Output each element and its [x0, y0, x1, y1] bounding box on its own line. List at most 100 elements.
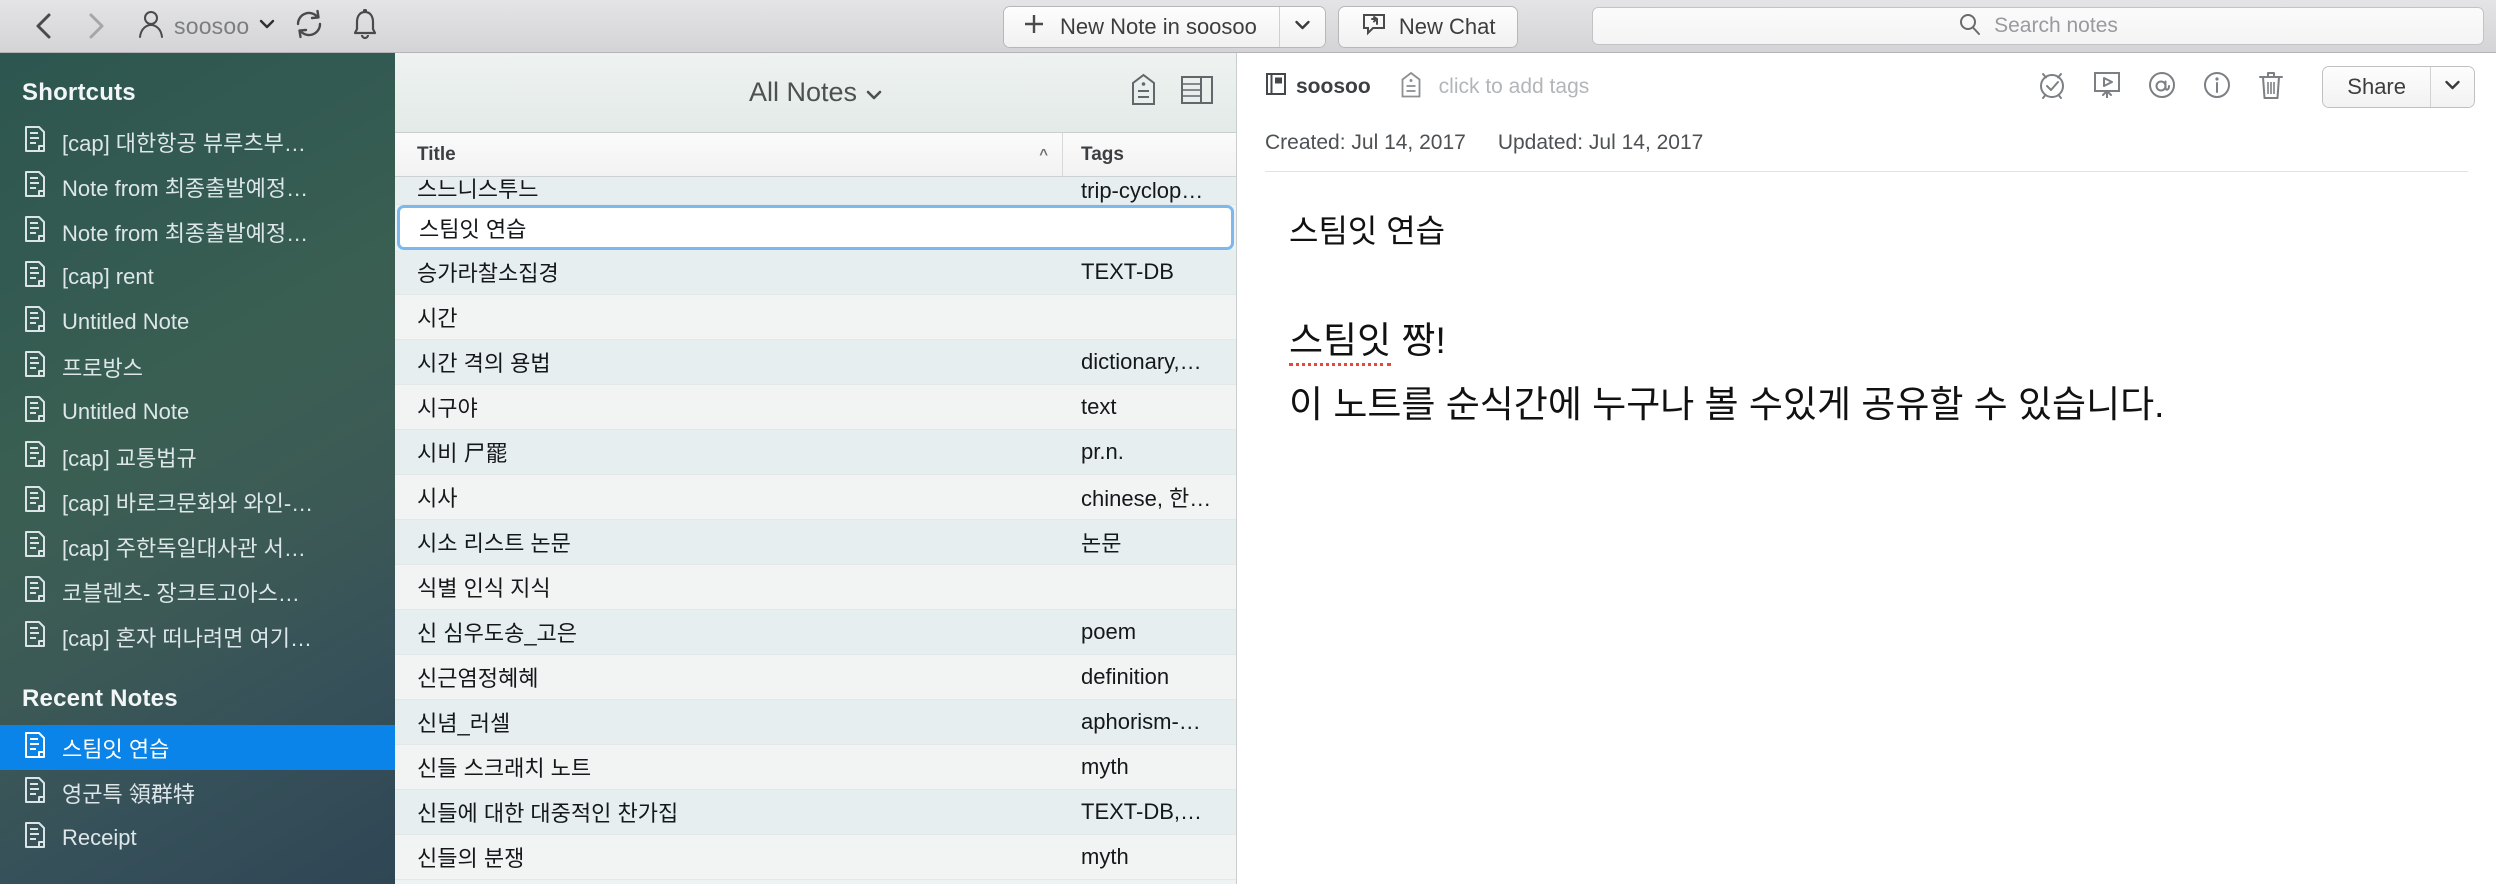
note-list-row[interactable]: 신들의 분쟁 myth — [395, 835, 1236, 880]
new-note-button-group: New Note in soosoo — [1004, 6, 1325, 47]
note-document-icon — [24, 485, 46, 518]
notebook-name: soosoo — [1296, 75, 1371, 98]
sidebar-recent-list: 스팀잇 연습영군특 領群特 Receipt — [0, 725, 395, 860]
plus-icon — [1022, 12, 1046, 42]
sidebar-shortcut-item[interactable]: [cap] 대한항공 뷰루츠부… — [0, 119, 395, 164]
note-list-row[interactable]: 시구야 text — [395, 385, 1236, 430]
note-row-tags: text — [1081, 394, 1117, 419]
sidebar-shortcut-item[interactable]: [cap] 주한독일대사관 서… — [0, 524, 395, 569]
note-row-title: 스팀잇 연습 — [419, 216, 527, 242]
note-list-title: All Notes — [748, 77, 858, 107]
info-circle-icon[interactable] — [2201, 69, 2233, 106]
sidebar-shortcut-label: [cap] 혼자 떠나려면 여기… — [62, 625, 312, 651]
sidebar-shortcut-item[interactable]: [cap] 교통법규 — [0, 434, 395, 479]
note-document-icon — [24, 821, 46, 854]
note-document-icon — [24, 530, 46, 563]
misspelled-word: 스팀잇 — [1289, 320, 1392, 366]
new-note-label: New Note in soosoo — [1060, 13, 1257, 39]
back-button[interactable] — [18, 6, 70, 46]
list-layout-icon[interactable] — [1180, 74, 1214, 111]
note-list-row[interactable]: 시간 — [395, 295, 1236, 340]
column-header-tags[interactable]: Tags — [1063, 144, 1236, 166]
trash-icon[interactable] — [2256, 69, 2286, 106]
chevron-down-icon — [866, 77, 882, 108]
new-note-dropdown-button[interactable] — [1278, 6, 1325, 47]
note-list-row[interactable]: 신념_러셀 aphorism-… — [395, 700, 1236, 745]
sidebar-recent-item[interactable]: 영군특 領群特 — [0, 770, 395, 815]
note-row-tags: myth — [1081, 754, 1129, 779]
note-heading-rest: 짱! — [1391, 320, 1446, 361]
note-row-tags: dictionary,… — [1081, 349, 1202, 374]
sidebar-shortcut-item[interactable]: 코블렌츠- 장크트고아스… — [0, 569, 395, 614]
forward-button[interactable] — [70, 6, 122, 46]
sidebar-recent-header: Recent Notes — [22, 685, 178, 712]
alarm-check-icon[interactable] — [2036, 69, 2068, 106]
new-note-button[interactable]: New Note in soosoo — [1004, 6, 1279, 47]
note-content-area[interactable]: 스팀잇 연습 스팀잇 짱! 이 노트를 순식간에 누구나 볼 수있게 공유할 수… — [1237, 172, 2496, 428]
note-list-row[interactable]: 스팀잇 연습 — [397, 205, 1234, 250]
sidebar: Shortcuts [cap] 대한항공 뷰루츠부… Note from 최종출발… — [0, 53, 395, 884]
share-dropdown-button[interactable] — [2430, 67, 2474, 107]
column-header-title[interactable]: Title ^ — [395, 133, 1063, 176]
note-row-title: 신들 스크래치 노트 — [417, 756, 592, 781]
new-chat-button[interactable]: New Chat — [1338, 6, 1518, 47]
note-list-row[interactable]: 식별 인식 지식 — [395, 565, 1236, 610]
note-row-title: 신들의 분쟁 — [417, 846, 525, 871]
note-list-row[interactable]: 시소 리스트 논문 논문 — [395, 520, 1236, 565]
sidebar-shortcut-label: Untitled Note — [62, 308, 190, 334]
note-metadata: Created: Jul 14, 2017 Updated: Jul 14, 2… — [1237, 109, 2496, 155]
note-row-tags: 논문 — [1081, 531, 1122, 556]
tag-icon[interactable] — [1129, 73, 1158, 112]
sidebar-recent-label: 영군특 領群特 — [62, 781, 195, 807]
share-button[interactable]: Share — [2323, 67, 2430, 107]
notifications-button[interactable] — [337, 4, 393, 48]
account-switcher[interactable]: soosoo — [132, 5, 281, 48]
note-row-tags: TEXT-DB,… — [1081, 799, 1203, 824]
search-icon — [1958, 12, 1982, 41]
note-document-icon — [24, 350, 46, 383]
tag-icon — [1399, 71, 1423, 104]
sidebar-shortcut-item[interactable]: Note from 최종출발예정… — [0, 209, 395, 254]
sidebar-shortcut-item[interactable]: Note from 최종출발예정… — [0, 164, 395, 209]
updated-value: Jul 14, 2017 — [1588, 131, 1704, 154]
note-editor-panel: soosoo click to add tags Share Created: … — [1237, 53, 2496, 884]
note-row-title: 시간 격의 용법 — [417, 351, 551, 376]
sort-ascending-caret-icon: ^ — [1039, 146, 1048, 163]
sidebar-shortcut-item[interactable]: 프로방스 — [0, 344, 395, 389]
sync-button[interactable] — [281, 4, 337, 48]
note-list-title-dropdown[interactable]: All Notes — [395, 77, 1236, 108]
at-circle-icon[interactable] — [2146, 69, 2178, 106]
note-heading-line: 스팀잇 짱! — [1289, 310, 1446, 366]
tag-placeholder: click to add tags — [1438, 75, 1590, 98]
note-list-row[interactable]: 스느니스투느 trip-cyclop… — [395, 177, 1236, 205]
sidebar-recent-item[interactable]: 스팀잇 연습 — [0, 725, 395, 770]
note-list-row[interactable]: 승가라찰소집경 TEXT-DB — [395, 250, 1236, 295]
search-box[interactable]: Search notes — [1592, 7, 2484, 45]
sidebar-shortcut-item[interactable]: Untitled Note — [0, 299, 395, 344]
sidebar-shortcut-item[interactable]: [cap] rent — [0, 254, 395, 299]
note-document-icon — [24, 731, 46, 764]
notebook-selector[interactable]: soosoo — [1265, 72, 1371, 102]
sidebar-recent-item[interactable]: Receipt — [0, 815, 395, 860]
notebook-icon — [1265, 72, 1287, 102]
tag-add-area[interactable]: click to add tags — [1399, 71, 1590, 104]
note-list-row[interactable]: 시사 chinese, 한… — [395, 475, 1236, 520]
note-row-title: 신근염정혜혜 — [417, 666, 539, 691]
note-list-row[interactable]: 신 심우도송_고은 poem — [395, 610, 1236, 655]
new-chat-label: New Chat — [1398, 13, 1496, 39]
created-label: Created: — [1265, 131, 1346, 154]
chat-icon — [1361, 11, 1387, 43]
note-row-title: 스느니스투느 — [417, 177, 539, 202]
note-row-tags: definition — [1081, 664, 1170, 689]
note-list-row[interactable]: 시간 격의 용법 dictionary,… — [395, 340, 1236, 385]
note-list-row[interactable]: 시비 尸罷 pr.n. — [395, 430, 1236, 475]
sidebar-shortcut-item[interactable]: Untitled Note — [0, 389, 395, 434]
note-list-row[interactable]: 신근염정혜혜 definition — [395, 655, 1236, 700]
chevron-right-icon — [85, 11, 107, 41]
note-list-header-icons — [1129, 73, 1214, 112]
presentation-icon[interactable] — [2091, 69, 2123, 106]
sidebar-shortcut-item[interactable]: [cap] 바로크문화와 와인-… — [0, 479, 395, 524]
note-list-row[interactable]: 신들 스크래치 노트 myth — [395, 745, 1236, 790]
sidebar-shortcut-item[interactable]: [cap] 혼자 떠나려면 여기… — [0, 614, 395, 659]
note-list-row[interactable]: 신들에 대한 대중적인 찬가집 TEXT-DB,… — [395, 790, 1236, 835]
